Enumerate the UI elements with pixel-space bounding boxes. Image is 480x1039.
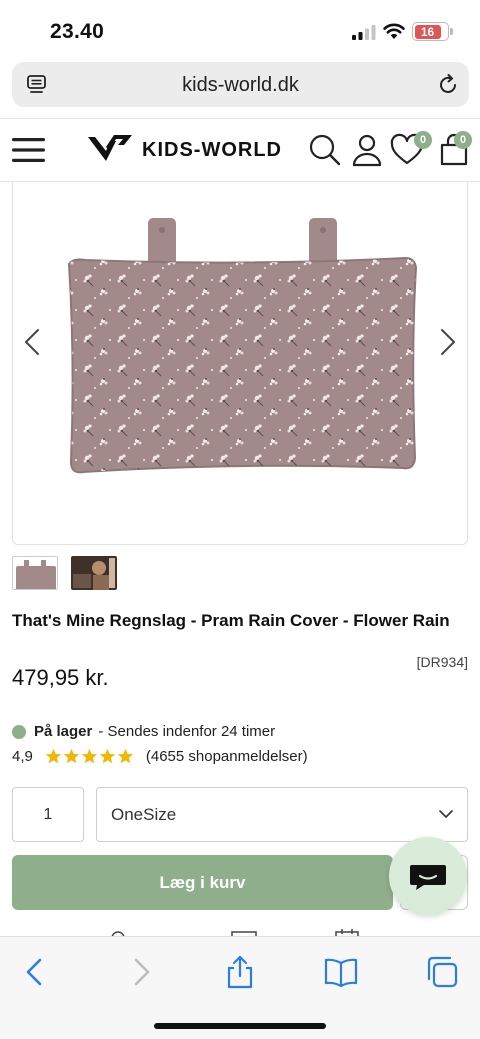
star-icon [63, 748, 80, 764]
chevron-right-icon[interactable] [435, 327, 459, 357]
wifi-icon [383, 23, 405, 39]
browser-toolbar [0, 936, 480, 1039]
star-icon [99, 748, 116, 764]
menu-icon[interactable] [12, 136, 46, 164]
status-bar: 23.40 16 [0, 0, 480, 60]
chevron-down-icon [439, 810, 453, 818]
stock-status: På lager - Sendes indenfor 24 timer [12, 723, 275, 740]
status-time: 23.40 [50, 20, 105, 43]
star-icon [81, 748, 98, 764]
star-icon [117, 748, 134, 764]
product-sku: [DR934] [416, 654, 468, 670]
site-header: KIDS-WORLD 0 0 [0, 118, 480, 182]
add-to-cart-button[interactable]: Læg i kurv [12, 855, 393, 910]
cellular-signal-icon [352, 25, 376, 40]
battery-icon: 16 [412, 22, 453, 41]
review-count[interactable]: (4655 shopanmeldelser) [146, 748, 308, 765]
back-icon[interactable] [19, 955, 53, 989]
rating-stars [45, 748, 134, 765]
address-bar[interactable]: kids-world.dk [12, 62, 469, 107]
account-icon[interactable] [350, 133, 384, 167]
chat-button[interactable] [389, 837, 467, 915]
tabs-icon[interactable] [425, 955, 459, 989]
search-icon[interactable] [308, 133, 342, 167]
url-text[interactable]: kids-world.dk [12, 74, 469, 97]
cart-count-badge: 0 [454, 131, 472, 149]
thumbnail-image-1 [13, 557, 57, 589]
size-selected: OneSize [111, 805, 177, 824]
thumbnail-2[interactable] [71, 556, 117, 590]
thumbnail-1[interactable] [12, 556, 58, 590]
rating-value: 4,9 [12, 748, 33, 765]
logo-mark-icon [88, 135, 132, 161]
reload-icon[interactable] [436, 73, 460, 97]
chat-icon [410, 865, 446, 890]
quantity-input[interactable]: 1 [12, 787, 84, 842]
in-stock-dot-icon [12, 724, 26, 739]
logo-text: KIDS-WORLD [142, 139, 282, 161]
chevron-left-icon[interactable] [21, 327, 45, 357]
shipping-note: - Sendes indenfor 24 timer [98, 723, 276, 740]
product-image [67, 218, 418, 474]
size-select[interactable]: OneSize [96, 787, 468, 842]
product-price: 479,95 kr. [12, 665, 109, 690]
home-indicator [154, 1023, 326, 1029]
product-image-gallery[interactable] [12, 182, 468, 545]
share-icon[interactable] [223, 955, 257, 989]
bookmarks-icon[interactable] [324, 955, 358, 989]
thumbnail-image-2 [71, 556, 117, 590]
site-logo[interactable]: KIDS-WORLD [86, 131, 286, 171]
forward-icon[interactable] [123, 955, 157, 989]
shop-rating[interactable]: 4,9 (4655 shopanmeldelser) [12, 748, 308, 765]
product-title: That's Mine Regnslag - Pram Rain Cover -… [12, 611, 450, 630]
wishlist-count-badge: 0 [414, 131, 432, 149]
star-icon [45, 748, 62, 764]
stock-label: På lager [34, 723, 93, 740]
battery-level: 16 [420, 24, 435, 39]
